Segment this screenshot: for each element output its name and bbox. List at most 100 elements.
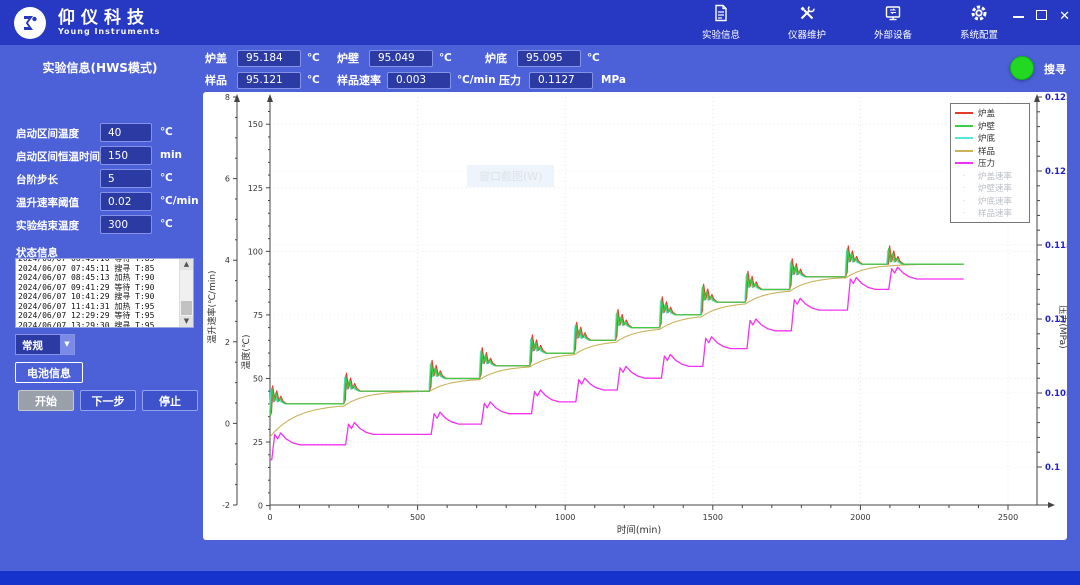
legend-swatch — [955, 112, 973, 114]
legend-swatch — [955, 162, 973, 164]
legend-label: 炉底 — [978, 132, 995, 144]
log-entry: 2024/06/07 13:29:30 搜寻 T:95 — [18, 321, 176, 329]
svg-text:0.1: 0.1 — [1045, 463, 1060, 473]
svg-text:压力(MPa): 压力(MPa) — [1057, 305, 1067, 348]
sample-rate-value: 0.003 — [387, 72, 451, 89]
svg-text:-2: -2 — [222, 501, 230, 510]
legend-swatch: · — [955, 173, 973, 179]
sample-temp-value: 95.121 — [237, 72, 301, 89]
svg-text:时间(min): 时间(min) — [617, 524, 661, 536]
svg-text:125: 125 — [248, 184, 263, 193]
legend-item-样品速率[interactable]: ·样品速率 — [955, 207, 1025, 220]
brand-name: 仰仪科技 — [58, 9, 160, 27]
start-button[interactable]: 开始 — [18, 390, 74, 411]
step-size-input[interactable]: 5 — [100, 169, 152, 188]
nav-instrument-maintenance[interactable]: 仪器维护 — [781, 4, 833, 41]
hold-time-input[interactable]: 150 — [100, 146, 152, 165]
log-entry: 2024/06/07 12:29:29 等待 T:95 — [18, 311, 176, 321]
scroll-up-icon[interactable]: ▲ — [180, 259, 193, 270]
readout-unit: ℃ — [307, 52, 329, 64]
svg-text:0: 0 — [267, 513, 272, 522]
legend-item-压力[interactable]: 压力 — [955, 157, 1025, 170]
svg-text:2500: 2500 — [998, 513, 1018, 522]
close-button[interactable]: ✕ — [1059, 10, 1070, 23]
readout-unit: ℃ — [307, 74, 329, 86]
legend-swatch: · — [955, 210, 973, 216]
maximize-button[interactable] — [1036, 10, 1047, 23]
furnace-lid-temp-value: 95.184 — [237, 50, 301, 67]
minimize-button[interactable] — [1013, 10, 1024, 23]
logo: 仰仪科技 Young Instruments — [14, 7, 160, 39]
field-start-temp: 启动区间温度 40 ℃ — [0, 123, 200, 143]
legend-item-炉壁[interactable]: 炉壁 — [955, 120, 1025, 133]
app-window: 仰仪科技 Young Instruments 实验信息 仪器维护 — [0, 0, 1080, 585]
nav-label: 系统配置 — [960, 27, 998, 41]
log-entry: 2024/06/07 08:45:13 加热 T:90 — [18, 273, 176, 283]
nav-external-devices[interactable]: 外部设备 — [867, 4, 919, 41]
status-log-box[interactable]: 2024/06/07 06:45:10 等待 T:852024/06/07 07… — [15, 258, 194, 328]
screenshot-hint-overlay: 窗口截图(W) — [467, 165, 554, 187]
furnace-wall-temp-value: 95.049 — [369, 50, 433, 67]
legend-swatch: · — [955, 185, 973, 191]
status-indicator-label: 搜寻 — [1044, 61, 1066, 77]
svg-text:0.12: 0.12 — [1045, 167, 1066, 177]
svg-text:1000: 1000 — [555, 513, 575, 522]
field-unit: min — [160, 149, 182, 161]
nav-experiment-info[interactable]: 实验信息 — [695, 4, 747, 41]
start-temp-input[interactable]: 40 — [100, 123, 152, 142]
svg-text:0.115: 0.115 — [1045, 241, 1067, 251]
field-hold-time: 启动区间恒温时间 150 min — [0, 146, 200, 166]
brand-logo-icon — [14, 7, 46, 39]
status-indicator-light — [1010, 56, 1034, 80]
readout-unit: ℃ — [439, 52, 461, 64]
svg-text:150: 150 — [248, 120, 263, 129]
field-unit: ℃ — [160, 126, 173, 138]
nav-label: 外部设备 — [874, 27, 912, 41]
field-end-temp: 实验结束温度 300 ℃ — [0, 215, 200, 235]
legend-label: 炉盖 — [978, 107, 995, 119]
readout-label: 压力 — [499, 72, 521, 88]
legend-item-炉盖速率[interactable]: ·炉盖速率 — [955, 170, 1025, 183]
legend-item-炉壁速率[interactable]: ·炉壁速率 — [955, 182, 1025, 195]
end-temp-input[interactable]: 300 — [100, 215, 152, 234]
legend-item-炉底[interactable]: 炉底 — [955, 132, 1025, 145]
svg-text:0.125: 0.125 — [1045, 93, 1067, 103]
stop-button[interactable]: 停止 — [142, 390, 198, 411]
legend-swatch — [955, 125, 973, 127]
scroll-down-icon[interactable]: ▼ — [180, 316, 193, 327]
svg-text:温升速率(℃/min): 温升速率(℃/min) — [206, 270, 218, 343]
nav-system-config[interactable]: 系统配置 — [953, 4, 1005, 41]
gear-icon — [970, 4, 988, 26]
log-entry: 2024/06/07 09:41:29 等待 T:90 — [18, 283, 176, 293]
readout-label: 炉底 — [485, 50, 515, 66]
field-unit: ℃ — [160, 172, 173, 184]
nav-label: 仪器维护 — [788, 27, 826, 41]
field-label: 温升速率阈值 — [16, 195, 79, 210]
log-entry: 2024/06/07 10:41:29 搜寻 T:90 — [18, 292, 176, 302]
legend-item-炉底速率[interactable]: ·炉底速率 — [955, 195, 1025, 208]
field-label: 台阶步长 — [16, 172, 58, 187]
field-unit: ℃/min — [160, 195, 199, 207]
svg-text:0: 0 — [225, 419, 230, 428]
svg-text:2: 2 — [225, 338, 230, 347]
chart-plot[interactable]: -20246802550751001251500.10.1050.110.115… — [203, 92, 1067, 540]
legend-label: 样品 — [978, 145, 995, 157]
svg-text:75: 75 — [253, 311, 263, 320]
pressure-value: 0.1127 — [529, 72, 593, 89]
live-readouts: 炉盖 95.184 ℃ 炉壁 95.049 ℃ 炉底 95.095 ℃ 样品 9… — [205, 48, 765, 92]
legend-swatch: · — [955, 198, 973, 204]
log-scrollbar[interactable]: ▲ ▼ — [179, 259, 193, 327]
mode-dropdown[interactable]: 常规 ▼ — [15, 334, 75, 355]
field-label: 启动区间温度 — [16, 126, 79, 141]
battery-info-button[interactable]: 电池信息 — [15, 362, 83, 383]
next-step-button[interactable]: 下一步 — [80, 390, 136, 411]
svg-text:1500: 1500 — [703, 513, 723, 522]
legend-item-炉盖[interactable]: 炉盖 — [955, 107, 1025, 120]
scrollbar-thumb[interactable] — [181, 301, 192, 315]
nav-label: 实验信息 — [702, 27, 740, 41]
field-label: 启动区间恒温时间 — [16, 149, 100, 164]
readout-label: 炉壁 — [337, 50, 367, 66]
legend-item-样品[interactable]: 样品 — [955, 145, 1025, 158]
rate-threshold-input[interactable]: 0.02 — [100, 192, 152, 211]
bottom-bar — [0, 571, 1080, 585]
